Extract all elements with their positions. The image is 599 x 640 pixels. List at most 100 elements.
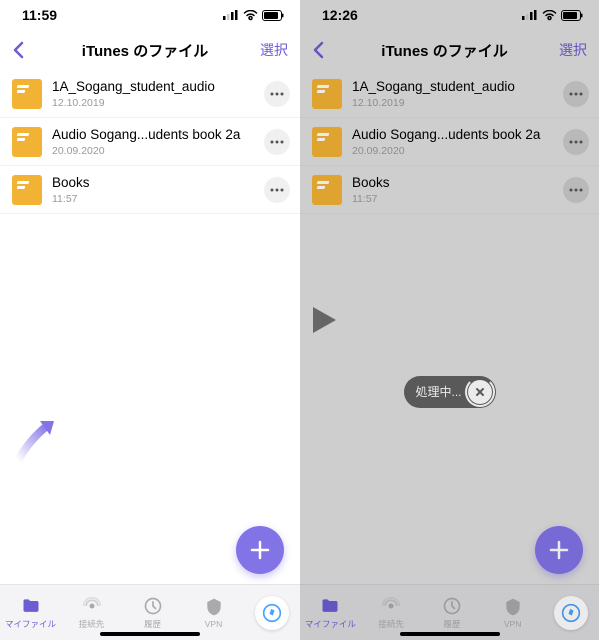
chevron-left-icon [12, 41, 24, 59]
add-fab[interactable] [236, 526, 284, 574]
file-date: 20.09.2020 [52, 145, 264, 157]
battery-icon [561, 10, 583, 21]
folder-icon [12, 79, 42, 109]
compass-icon [561, 603, 581, 623]
dots-icon [270, 188, 284, 192]
file-date: 11:57 [352, 193, 563, 205]
tab-label: 接続先 [378, 618, 404, 630]
folder-tab-icon [21, 596, 41, 616]
plus-icon [548, 539, 570, 561]
tab-label: VPN [205, 619, 222, 629]
file-name: Audio Sogang...udents book 2a [52, 126, 264, 144]
more-button[interactable] [563, 177, 589, 203]
dots-icon [569, 140, 583, 144]
file-info: 1A_Sogang_student_audio 12.10.2019 [52, 78, 264, 109]
tab-label: 履歴 [144, 618, 161, 630]
signal-icon [223, 10, 239, 20]
status-indicators [522, 10, 583, 21]
file-name: 1A_Sogang_student_audio [352, 78, 563, 96]
tab-label: マイファイル [5, 618, 56, 630]
file-info: Audio Sogang...udents book 2a 20.09.2020 [352, 126, 563, 157]
more-button[interactable] [563, 81, 589, 107]
add-fab[interactable] [535, 526, 583, 574]
file-name: Audio Sogang...udents book 2a [352, 126, 563, 144]
tab-label: マイファイル [305, 618, 356, 630]
status-bar: 12:26 [300, 0, 599, 30]
wifi-icon [542, 10, 557, 21]
vpn-tab-icon [503, 597, 523, 617]
plus-icon [249, 539, 271, 561]
browser-circle [554, 596, 588, 630]
nav-title: iTunes のファイル [42, 40, 248, 61]
toast-text: 処理中... [415, 383, 461, 400]
file-name: Books [352, 174, 563, 192]
dots-icon [569, 188, 583, 192]
more-button[interactable] [264, 81, 290, 107]
history-tab-icon [143, 596, 163, 616]
back-button[interactable] [12, 41, 42, 59]
more-button[interactable] [264, 129, 290, 155]
file-info: Books 11:57 [52, 174, 264, 205]
content-area [0, 214, 300, 584]
file-list: 1A_Sogang_student_audio 12.10.2019 Audio… [300, 70, 599, 214]
tab-label: 履歴 [443, 618, 460, 630]
home-indicator[interactable] [400, 632, 500, 636]
tab-browser[interactable] [543, 585, 599, 640]
close-icon [474, 386, 486, 398]
select-button[interactable]: 選択 [248, 40, 288, 60]
browser-circle [255, 596, 289, 630]
battery-icon [262, 10, 284, 21]
folder-icon [12, 127, 42, 157]
file-date: 20.09.2020 [352, 145, 563, 157]
status-time: 11:59 [22, 7, 57, 23]
content-area: 処理中... [300, 214, 599, 584]
folder-icon [312, 127, 342, 157]
file-row[interactable]: Books 11:57 [300, 166, 599, 214]
file-row[interactable]: 1A_Sogang_student_audio 12.10.2019 [300, 70, 599, 118]
file-row[interactable]: Audio Sogang...udents book 2a 20.09.2020 [0, 118, 300, 166]
more-button[interactable] [264, 177, 290, 203]
folder-icon [312, 79, 342, 109]
tab-label: 接続先 [79, 618, 105, 630]
status-time: 12:26 [322, 7, 358, 23]
wifi-icon [243, 10, 258, 21]
nav-title: iTunes のファイル [342, 40, 547, 61]
file-info: 1A_Sogang_student_audio 12.10.2019 [352, 78, 563, 109]
tab-files[interactable]: マイファイル [300, 585, 361, 640]
history-tab-icon [442, 596, 462, 616]
tab-label: VPN [504, 619, 521, 629]
compass-icon [262, 603, 282, 623]
file-name: 1A_Sogang_student_audio [52, 78, 264, 96]
dots-icon [270, 140, 284, 144]
file-info: Audio Sogang...udents book 2a 20.09.2020 [52, 126, 264, 157]
file-date: 11:57 [52, 193, 264, 205]
dots-icon [569, 92, 583, 96]
folder-icon [312, 175, 342, 205]
connect-tab-icon [82, 596, 102, 616]
nav-bar: iTunes のファイル 選択 [0, 30, 300, 70]
tab-browser[interactable] [244, 585, 300, 640]
folder-tab-icon [320, 596, 340, 616]
tab-files[interactable]: マイファイル [0, 585, 61, 640]
file-row[interactable]: 1A_Sogang_student_audio 12.10.2019 [0, 70, 300, 118]
file-date: 12.10.2019 [52, 97, 264, 109]
processing-toast: 処理中... [403, 376, 495, 408]
back-button[interactable] [312, 41, 342, 59]
home-indicator[interactable] [100, 632, 200, 636]
signal-icon [522, 10, 538, 20]
file-row[interactable]: Audio Sogang...udents book 2a 20.09.2020 [300, 118, 599, 166]
select-button[interactable]: 選択 [547, 40, 587, 60]
nav-bar: iTunes のファイル 選択 [300, 30, 599, 70]
phone-right: 12:26 iTunes のファイル 選択 1A_Sogang_student_… [300, 0, 599, 640]
file-row[interactable]: Books 11:57 [0, 166, 300, 214]
vpn-tab-icon [204, 597, 224, 617]
connect-tab-icon [381, 596, 401, 616]
file-name: Books [52, 174, 264, 192]
chevron-left-icon [312, 41, 324, 59]
status-bar: 11:59 [0, 0, 300, 30]
toast-cancel-button[interactable] [468, 380, 492, 404]
status-indicators [223, 10, 284, 21]
file-date: 12.10.2019 [352, 97, 563, 109]
phone-left: 11:59 iTunes のファイル 選択 1A_Sogang_student_… [0, 0, 300, 640]
more-button[interactable] [563, 129, 589, 155]
